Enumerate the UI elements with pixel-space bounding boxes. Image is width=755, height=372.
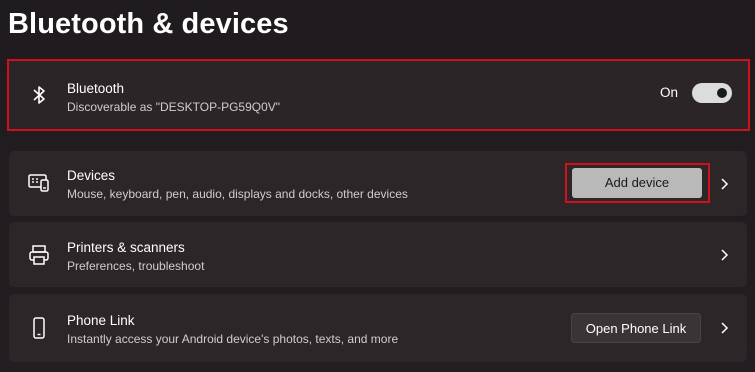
printers-subtitle: Preferences, troubleshoot bbox=[67, 259, 205, 273]
settings-page: Bluetooth & devices Bluetooth Discoverab… bbox=[0, 0, 755, 372]
printers-title: Printers & scanners bbox=[67, 240, 185, 255]
chevron-right-icon bbox=[721, 178, 729, 190]
printer-icon bbox=[29, 245, 49, 265]
devices-card[interactable]: Devices Mouse, keyboard, pen, audio, dis… bbox=[9, 151, 747, 216]
bluetooth-subtitle: Discoverable as "DESKTOP-PG59Q0V" bbox=[67, 100, 281, 114]
add-device-button[interactable]: Add device bbox=[572, 168, 702, 198]
page-title: Bluetooth & devices bbox=[8, 8, 289, 40]
add-device-highlight: Add device bbox=[565, 163, 710, 203]
toggle-knob bbox=[717, 88, 727, 98]
devices-subtitle: Mouse, keyboard, pen, audio, displays an… bbox=[67, 187, 408, 201]
bluetooth-title: Bluetooth bbox=[67, 81, 125, 96]
devices-title: Devices bbox=[67, 168, 116, 183]
phone-link-subtitle: Instantly access your Android device's p… bbox=[67, 332, 399, 346]
bluetooth-toggle[interactable] bbox=[692, 83, 732, 103]
bluetooth-icon bbox=[33, 86, 45, 104]
printers-card[interactable]: Printers & scanners Preferences, trouble… bbox=[9, 222, 747, 287]
chevron-right-icon bbox=[721, 322, 729, 334]
phone-link-card[interactable]: Phone Link Instantly access your Android… bbox=[9, 294, 747, 362]
devices-icon bbox=[28, 174, 49, 192]
bluetooth-card[interactable]: Bluetooth Discoverable as "DESKTOP-PG59Q… bbox=[7, 59, 750, 131]
chevron-right-icon bbox=[721, 249, 729, 261]
phone-link-title: Phone Link bbox=[67, 313, 135, 328]
phone-icon bbox=[33, 317, 45, 339]
bluetooth-toggle-label: On bbox=[659, 85, 678, 100]
open-phone-link-button[interactable]: Open Phone Link bbox=[571, 313, 701, 343]
